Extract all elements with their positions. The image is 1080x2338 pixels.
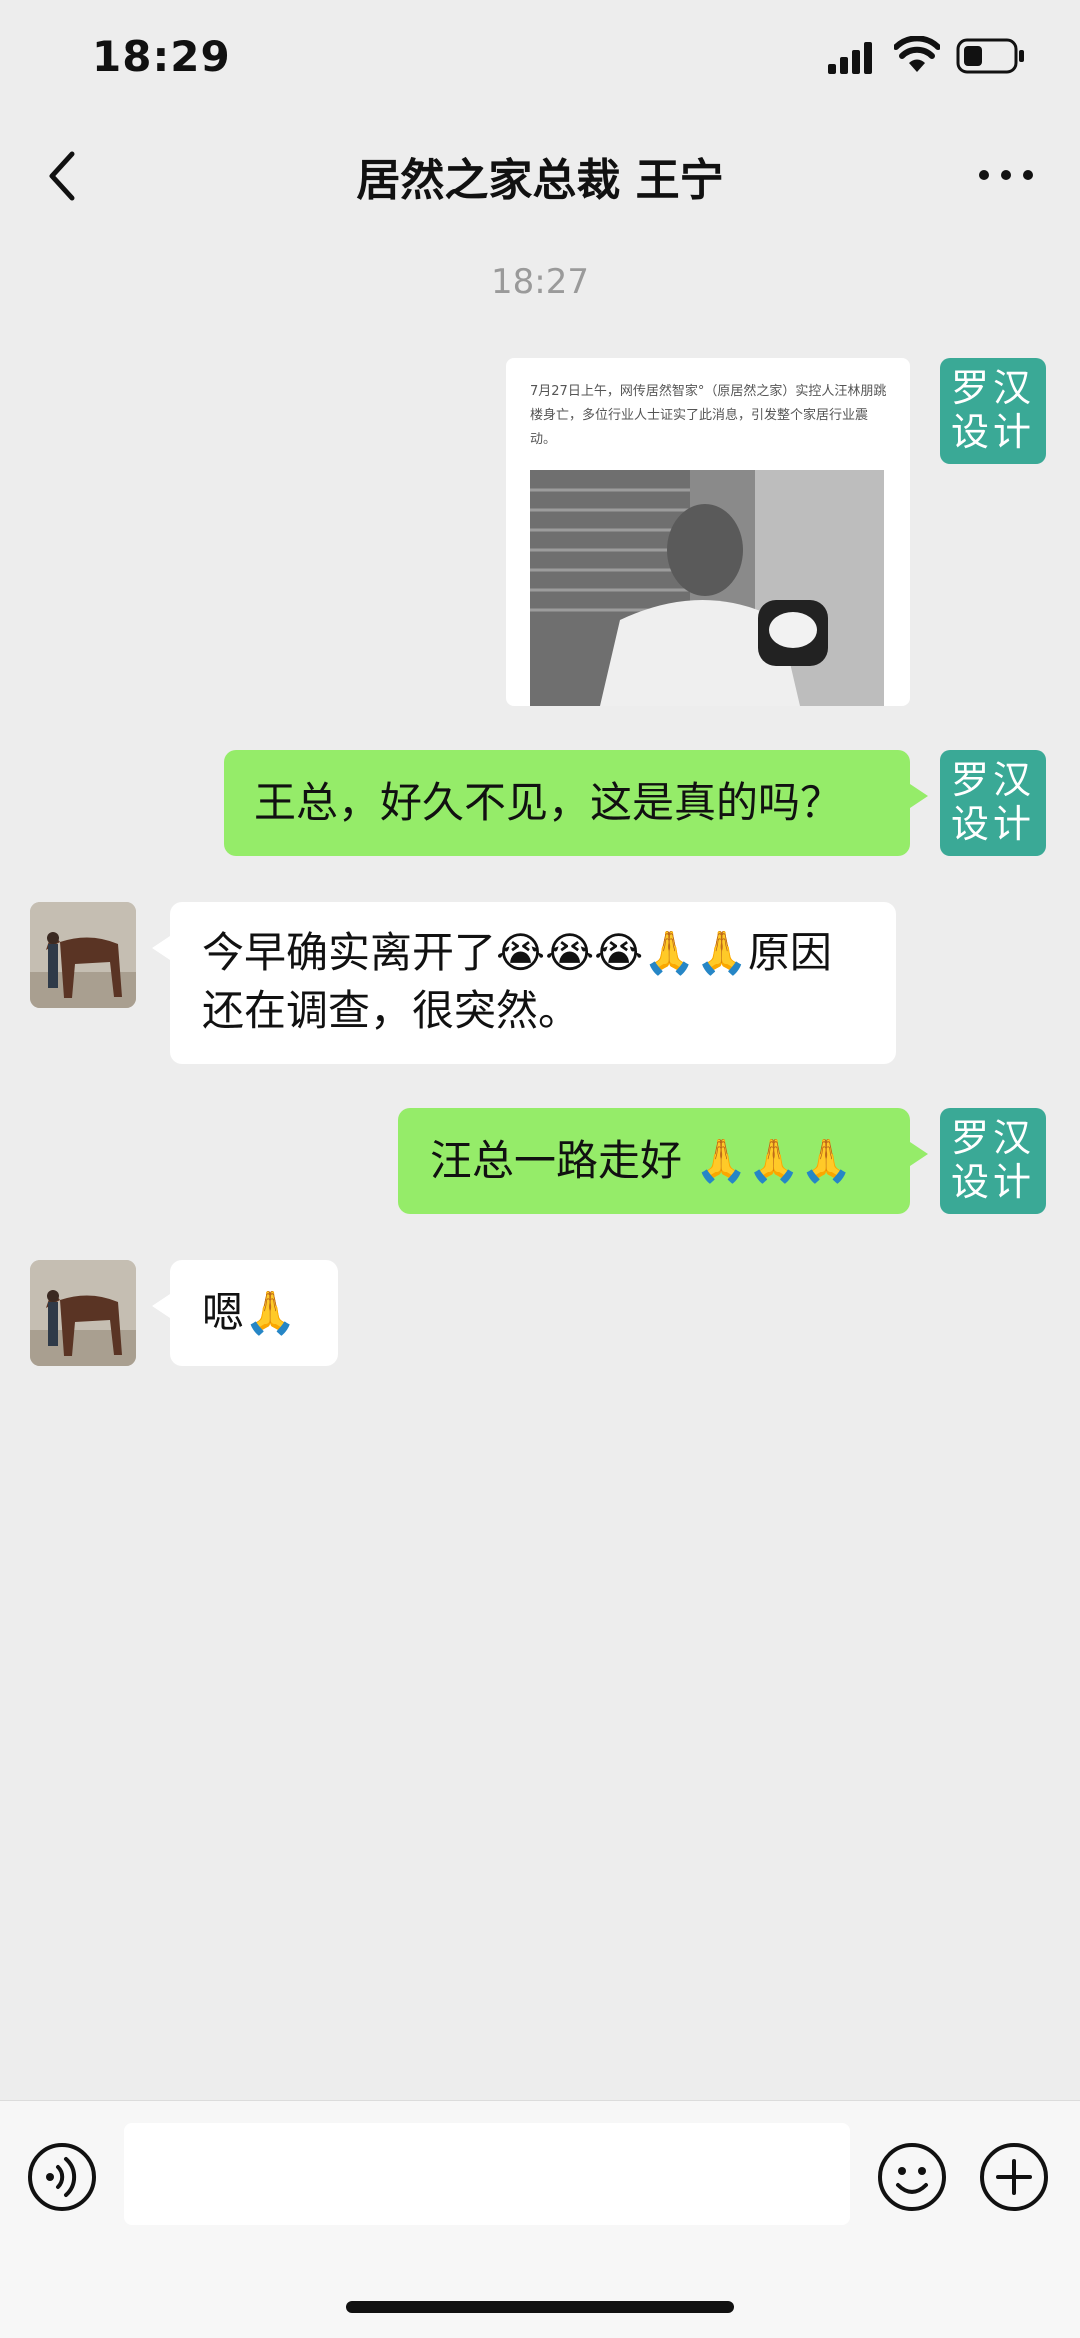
contact-avatar[interactable] (30, 1260, 136, 1366)
message-bubble-other[interactable]: 今早确实离开了😭😭😭🙏🙏原因还在调查，很突然。 (152, 902, 896, 1064)
wifi-icon (894, 36, 940, 72)
home-indicator[interactable] (346, 2301, 734, 2313)
emoji-icon[interactable] (876, 2141, 948, 2213)
nav-bar: 居然之家总裁 王宁 (0, 120, 1080, 230)
chat-title: 居然之家总裁 王宁 (356, 155, 724, 206)
horse-photo (30, 902, 136, 1008)
self-avatar[interactable]: 罗汉设计 (940, 750, 1046, 856)
message-text: 嗯🙏 (202, 1288, 297, 1337)
message-text: 王总，好久不见，这是真的吗？ (254, 778, 843, 827)
message-timestamp: 18:27 (491, 262, 589, 302)
contact-avatar[interactable] (30, 902, 136, 1008)
self-avatar[interactable]: 罗汉设计 (940, 1108, 1046, 1214)
status-bar: 18:29 (0, 0, 1080, 120)
message-text: 汪总一路走好 🙏🙏🙏 (430, 1136, 853, 1185)
self-avatar-text: 罗汉设计 (950, 1116, 1035, 1204)
signal-icon (828, 42, 872, 74)
self-avatar-text: 罗汉设计 (950, 366, 1035, 454)
news-photo (530, 470, 884, 706)
input-bar (0, 2100, 1080, 2338)
message-bubble-self[interactable]: 王总，好久不见，这是真的吗？ (224, 750, 928, 856)
self-avatar[interactable]: 罗汉设计 (940, 358, 1046, 464)
voice-icon[interactable] (26, 2141, 98, 2213)
status-time: 18:29 (92, 32, 231, 81)
message-bubble-other[interactable]: 嗯🙏 (152, 1260, 338, 1366)
message-input[interactable] (124, 2123, 850, 2225)
plus-icon[interactable] (978, 2141, 1050, 2213)
message-bubble-self[interactable]: 汪总一路走好 🙏🙏🙏 (398, 1108, 928, 1214)
message-text: 今早确实离开了😭😭😭🙏🙏原因还在调查，很突然。 (202, 928, 832, 1035)
self-avatar-text: 罗汉设计 (950, 758, 1035, 846)
more-icon[interactable] (976, 160, 1036, 190)
horse-photo (30, 1260, 136, 1366)
image-message[interactable]: 7月27日上午，网传居然智家°（原居然之家）实控人汪林朋跳楼身亡，多位行业人士证… (506, 358, 910, 706)
battery-icon (956, 38, 1024, 74)
image-caption: 7月27日上午，网传居然智家°（原居然之家）实控人汪林朋跳楼身亡，多位行业人士证… (530, 384, 887, 447)
